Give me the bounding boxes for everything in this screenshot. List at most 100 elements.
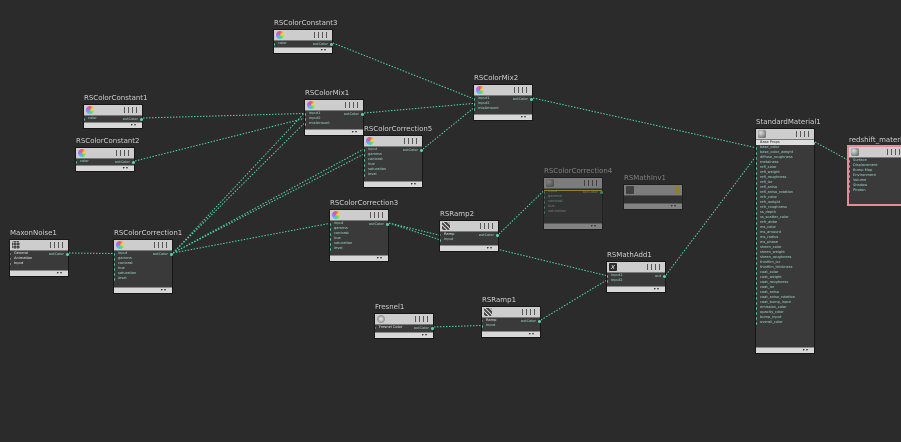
wire-rscolormix2-standardmaterial1[interactable] bbox=[532, 97, 756, 148]
input-port[interactable]: color bbox=[84, 116, 142, 121]
input-port[interactable]: Input bbox=[482, 323, 540, 328]
node-header[interactable] bbox=[10, 240, 68, 251]
input-port[interactable]: level bbox=[330, 246, 388, 251]
wire-rscolorconstant1-rscolormix1[interactable] bbox=[142, 113, 305, 119]
input-port[interactable]: level bbox=[364, 172, 422, 177]
node-header[interactable] bbox=[330, 210, 388, 221]
node-rscolorconstant1[interactable]: RSColorConstant1 outColor color bbox=[83, 94, 148, 129]
node-options-icon[interactable] bbox=[404, 138, 418, 144]
input-port[interactable]: color bbox=[76, 159, 134, 164]
node-rscolorconstant2[interactable]: RSColorConstant2 outColor color bbox=[75, 137, 140, 172]
node-options-icon[interactable] bbox=[584, 180, 598, 186]
wire-maxonnoise1-rscolorcorrection1[interactable] bbox=[68, 252, 114, 254]
node-rsramp2[interactable]: RSRamp2 outColor Ramp Input bbox=[439, 210, 500, 252]
node-rscolorconstant3[interactable]: RSColorConstant3 outColor color bbox=[273, 19, 338, 54]
input-port[interactable]: Input bbox=[10, 261, 68, 266]
node-header[interactable] bbox=[375, 314, 433, 325]
node-options-icon[interactable] bbox=[50, 242, 64, 248]
node-options-icon[interactable] bbox=[522, 309, 536, 315]
node-footer[interactable] bbox=[474, 114, 532, 120]
node-options-icon[interactable] bbox=[887, 149, 901, 155]
node-header[interactable] bbox=[482, 307, 540, 318]
node-header[interactable] bbox=[849, 147, 901, 158]
wire-rscolorconstant2-rscolormix1[interactable] bbox=[134, 118, 305, 162]
node-rscolormix2[interactable]: RSColorMix2 outColor input1 input2 mixAmount bbox=[473, 74, 534, 121]
input-port[interactable]: input2 bbox=[607, 278, 665, 283]
wire-rsmathadd1-standardmaterial1[interactable] bbox=[665, 157, 756, 276]
node-header[interactable] bbox=[84, 105, 142, 116]
node-footer[interactable] bbox=[76, 165, 134, 171]
node-footer[interactable] bbox=[544, 223, 602, 229]
input-port[interactable]: overall_color bbox=[756, 320, 814, 325]
input-port[interactable]: mixAmount bbox=[305, 121, 363, 126]
input-port[interactable]: level bbox=[114, 276, 172, 281]
input-port[interactable]: Input bbox=[440, 237, 498, 242]
node-options-icon[interactable] bbox=[345, 102, 359, 108]
node-footer[interactable] bbox=[305, 129, 363, 135]
wire-rsramp1-rsmathadd1[interactable] bbox=[540, 280, 607, 321]
node-footer[interactable] bbox=[10, 270, 68, 276]
node-header[interactable] bbox=[474, 85, 532, 96]
node-rscolorcorrection1[interactable]: RSColorCorrection1 outColor input gamma cont… bbox=[113, 229, 182, 294]
node-options-icon[interactable] bbox=[370, 212, 384, 218]
node-title: RSColorCorrection1 bbox=[114, 229, 183, 237]
wire-standardmaterial1-redshiftmaterial[interactable] bbox=[814, 141, 848, 160]
input-port[interactable]: Photon bbox=[849, 188, 901, 193]
node-options-icon[interactable] bbox=[314, 32, 328, 38]
wire-rsramp2-rscolorcorrection4[interactable] bbox=[498, 191, 544, 235]
node-footer[interactable] bbox=[364, 181, 422, 187]
node-rscolormix1[interactable]: RSColorMix1 outColor input1 input2 mixAmount bbox=[304, 89, 365, 136]
node-header[interactable] bbox=[440, 221, 498, 232]
node-options-icon[interactable] bbox=[154, 242, 168, 248]
node-footer[interactable] bbox=[624, 203, 682, 209]
node-footer[interactable] bbox=[482, 331, 540, 337]
node-rsmathadd1[interactable]: RSMathAdd1 x out input1 input2 bbox=[606, 251, 666, 293]
node-maxonnoise1[interactable]: MaxonNoise1 outColor General Animation Input bbox=[9, 229, 70, 277]
node-rscolorcorrection4[interactable]: RSColorCorrection4 outColor input gamma cont… bbox=[543, 167, 612, 230]
node-footer[interactable] bbox=[84, 122, 142, 128]
node-footer[interactable] bbox=[756, 347, 814, 353]
node-options-icon[interactable] bbox=[415, 316, 429, 322]
node-rscolorcorrection3[interactable]: RSColorCorrection3 outColor input gamma cont… bbox=[329, 199, 398, 262]
node-options-icon[interactable] bbox=[647, 264, 661, 270]
node-footer[interactable] bbox=[274, 47, 332, 53]
node-footer[interactable] bbox=[440, 245, 498, 251]
node-options-icon[interactable] bbox=[675, 186, 679, 194]
node-header[interactable] bbox=[624, 185, 682, 196]
node-header[interactable] bbox=[305, 100, 363, 111]
wire-fresnel1-rsramp1[interactable] bbox=[433, 325, 482, 328]
node-footer[interactable] bbox=[114, 287, 172, 293]
node-options-icon[interactable] bbox=[796, 131, 810, 137]
input-port[interactable]: mixAmount bbox=[474, 106, 532, 111]
wire-rscolorcorrection1-rscolormix1[interactable] bbox=[172, 113, 305, 254]
input-port[interactable]: color bbox=[274, 41, 332, 46]
node-footer[interactable] bbox=[375, 332, 433, 338]
wire-rscolormix1-rscolormix2[interactable] bbox=[363, 103, 474, 114]
node-rsmathinv1[interactable]: RSMathInv1 bbox=[623, 174, 683, 210]
node-graph-canvas[interactable]: RSColorConstant3outColorcolor RSColorCons… bbox=[0, 0, 901, 442]
node-header[interactable] bbox=[76, 148, 134, 159]
node-rscolorcorrection5[interactable]: RSColorCorrection5 outColor input gamma cont… bbox=[363, 125, 432, 188]
node-rsramp1[interactable]: RSRamp1 outColor Ramp Input bbox=[481, 296, 542, 338]
node-footer[interactable] bbox=[607, 286, 665, 292]
node-options-icon[interactable] bbox=[124, 107, 138, 113]
node-header[interactable] bbox=[274, 30, 332, 41]
node-standardmaterial1[interactable]: StandardMaterial1 outColorBase Propsbase_… bbox=[755, 118, 821, 354]
input-port[interactable]: Fresnel Color bbox=[375, 325, 433, 330]
node-header[interactable]: x bbox=[607, 262, 665, 273]
wire-rscolorconstant3-rscolormix2[interactable] bbox=[332, 42, 474, 99]
node-header[interactable] bbox=[756, 129, 814, 140]
node-options-icon[interactable] bbox=[480, 223, 494, 229]
node-header[interactable] bbox=[114, 240, 172, 251]
wire-rscolorcorrection3-rsramp2[interactable] bbox=[388, 222, 440, 240]
color-wheel-icon bbox=[276, 31, 284, 39]
node-options-icon[interactable] bbox=[116, 150, 130, 156]
node-redshiftmaterial[interactable]: redshift_materi Surface Displacement Bump M… bbox=[847, 136, 901, 206]
wire-rscolorcorrection1-rscolormix1[interactable] bbox=[172, 123, 305, 254]
input-port[interactable]: saturation bbox=[544, 209, 602, 214]
node-fresnel1[interactable]: Fresnel1 outColor Fresnel Color bbox=[374, 303, 435, 339]
node-header[interactable] bbox=[364, 136, 422, 147]
node-footer[interactable] bbox=[330, 255, 388, 261]
node-options-icon[interactable] bbox=[514, 87, 528, 93]
node-header[interactable] bbox=[544, 178, 602, 189]
